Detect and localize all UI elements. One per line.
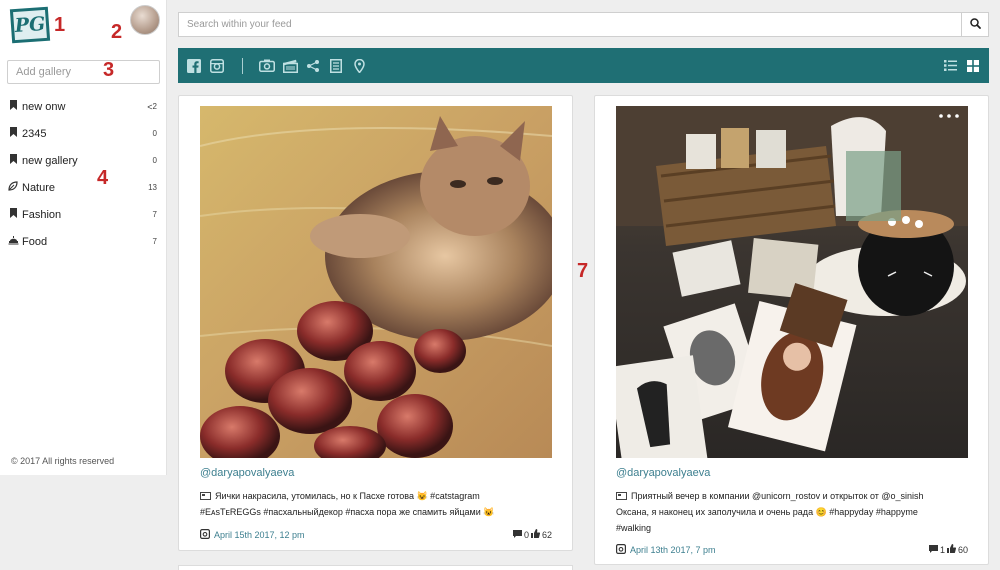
gallery-list: new onw < 2 2345 0 new gallery 0 Nature … (0, 93, 167, 255)
food-icon (7, 235, 19, 248)
bookmark-icon (7, 208, 19, 221)
camera-icon[interactable] (259, 58, 275, 74)
gallery-item-label: Fashion (22, 208, 62, 221)
post-date-link[interactable]: April 15th 2017, 12 pm (214, 530, 305, 540)
caption-line: #walking (616, 523, 652, 533)
bookmark-icon (7, 127, 19, 140)
post-date-link[interactable]: April 13th 2017, 7 pm (630, 545, 716, 555)
post-card (178, 565, 573, 570)
gallery-item-count: 2 (152, 102, 157, 111)
caption-line: #EᴀѕTᴇREGGѕ #пасхальныйдекор #пасха пора… (200, 507, 495, 517)
post-author-link[interactable]: @daryapovalyaeva (616, 467, 710, 479)
gallery-item-2345[interactable]: 2345 0 (0, 120, 167, 147)
bookmark-icon (7, 100, 19, 113)
like-count: 60 (957, 544, 968, 555)
location-pin-icon[interactable] (351, 58, 367, 74)
app-logo[interactable]: PG (9, 6, 51, 44)
post-caption: Приятный вечер в компании @unicorn_rosto… (616, 488, 976, 536)
annotation-marker-3: 3 (103, 59, 115, 81)
post-card: @daryapovalyaeva Яички накрасила, утомил… (178, 95, 573, 551)
copyright-footer: © 2017 All rights reserved (11, 456, 115, 466)
annotation-marker-1: 1 (54, 14, 66, 36)
instagram-icon[interactable] (209, 58, 225, 74)
post-stats: 1 60 (928, 544, 968, 555)
like-icon (946, 544, 957, 555)
gallery-item-count: 7 (152, 237, 157, 246)
document-icon[interactable] (328, 58, 344, 74)
avatar[interactable] (130, 5, 160, 35)
sidebar: PG new onw < 2 2345 0 new gallery 0 (0, 0, 167, 475)
gallery-item-new-onw[interactable]: new onw < 2 (0, 93, 167, 120)
gallery-item-label: new onw (22, 100, 66, 113)
caption-line: Приятный вечер в компании @unicorn_rosto… (631, 491, 924, 501)
gallery-item-nature[interactable]: Nature 13 (0, 174, 167, 201)
facebook-icon[interactable] (186, 58, 202, 74)
gallery-item-count: 13 (148, 183, 157, 192)
comment-icon (512, 529, 522, 540)
comment-icon (928, 544, 938, 555)
bookmark-icon (7, 154, 19, 167)
share-icon[interactable] (305, 58, 321, 74)
gallery-item-fashion[interactable]: Fashion 7 (0, 201, 167, 228)
gallery-item-label: Food (22, 235, 48, 248)
feed-toolbar (178, 48, 989, 83)
caption-icon (200, 492, 211, 500)
gallery-item-count: 0 (152, 129, 157, 138)
feed-search-input[interactable] (178, 12, 961, 37)
caption-line: Яички накрасила, утомилась, но к Пасхе г… (215, 491, 480, 501)
post-meta: April 13th 2017, 7 pm (616, 544, 716, 556)
toolbar-divider (242, 57, 243, 74)
post-image[interactable] (200, 106, 552, 458)
caption-icon (616, 492, 627, 500)
list-view-icon[interactable] (942, 58, 958, 74)
like-count: 62 (541, 529, 552, 540)
instagram-icon (200, 529, 211, 541)
comment-count: 1 (939, 544, 945, 555)
add-gallery-input[interactable] (7, 60, 160, 84)
leaf-icon (7, 181, 19, 194)
gallery-item-new-gallery[interactable]: new gallery 0 (0, 147, 167, 174)
post-meta: April 15th 2017, 12 pm (200, 529, 305, 541)
post-image[interactable] (616, 106, 968, 458)
gallery-item-label: 2345 (22, 127, 47, 140)
instagram-icon (616, 544, 627, 556)
post-stats: 0 62 (512, 529, 552, 540)
comment-count: 0 (523, 529, 529, 540)
gallery-item-label: Nature (22, 181, 56, 194)
like-icon (530, 529, 541, 540)
search-icon (969, 16, 981, 34)
caption-line: Оксана, я наконец их заполучила и очень … (616, 507, 918, 517)
gallery-item-count: 0 (152, 156, 157, 165)
gallery-item-food[interactable]: Food 7 (0, 228, 167, 255)
post-author-link[interactable]: @daryapovalyaeva (200, 467, 294, 479)
post-caption: Яички накрасила, утомилась, но к Пасхе г… (200, 488, 560, 520)
annotation-marker-4: 4 (97, 167, 109, 189)
gallery-item-count: 7 (152, 210, 157, 219)
search-button[interactable] (961, 12, 989, 37)
grid-view-icon[interactable] (965, 58, 981, 74)
film-icon[interactable] (282, 58, 298, 74)
annotation-marker-2: 2 (111, 21, 123, 43)
annotation-marker-7: 7 (577, 260, 589, 282)
post-card: @daryapovalyaeva Приятный вечер в компан… (594, 95, 989, 565)
gallery-item-label: new gallery (22, 154, 78, 167)
